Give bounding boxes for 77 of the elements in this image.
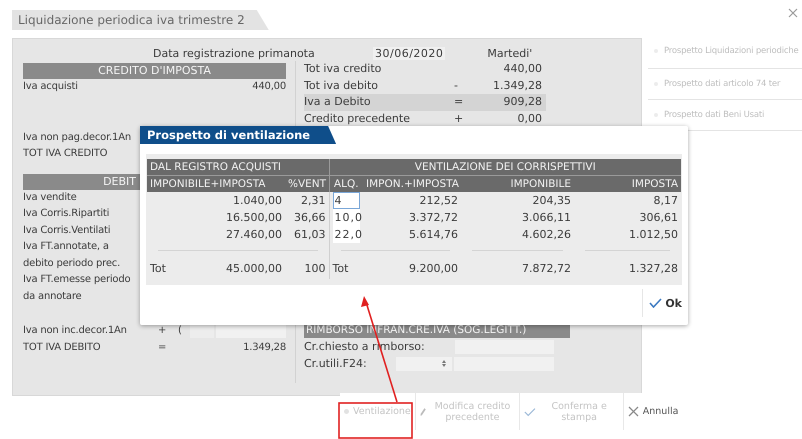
row-value: 440,00 [252, 80, 286, 94]
table-cell: 2,31 [285, 192, 329, 209]
table-cell-text: 27.460,00 [225, 227, 283, 243]
sign-text: = [158, 340, 168, 354]
row-label: TOT IVA DEBITO [23, 340, 102, 354]
check-icon [649, 298, 662, 308]
row-value: 0,00 [516, 110, 543, 126]
dialog-title: Prospetto di ventilazione [140, 126, 336, 144]
column-header: IMPON.+IMPOSTA [363, 176, 461, 192]
input-field[interactable] [454, 340, 554, 354]
sign-text: + [454, 110, 464, 126]
table-cell: 61,03 [285, 226, 329, 243]
row-label: Iva Corris.Ventilati [23, 224, 110, 238]
weekday-text: Martedi' [487, 46, 532, 60]
table-cell-text: 16.500,00 [225, 210, 283, 226]
table-cell-text: 306,61 [638, 210, 679, 226]
rate-field[interactable]: 10,0 [332, 209, 360, 226]
column-header: ALQ. [329, 176, 363, 192]
window-tab[interactable]: Liquidazione periodica iva trimestre 2 [12, 10, 269, 30]
spin-field[interactable] [396, 356, 452, 370]
table-cell-text: 7.872,72 [521, 260, 572, 276]
row-label: Tot iva credito [304, 61, 382, 77]
sign-text: - [454, 78, 459, 94]
check-icon [524, 406, 536, 416]
table-cell: 36,66 [285, 209, 329, 226]
input-field[interactable] [190, 324, 214, 338]
row-label: Iva vendite [23, 190, 77, 204]
row-label: Iva a Debito [304, 94, 454, 110]
total-label: Tot [150, 262, 166, 274]
column-header: IMPONIBILE+IMPOSTA [147, 176, 285, 192]
sign-text: + [158, 324, 168, 338]
column-group-header: DAL REGISTRO ACQUISTI [147, 159, 329, 176]
row-value: 909,28 [484, 94, 546, 110]
row-label: Iva non inc.decor.1An [23, 324, 128, 338]
row-label: Iva acquisti [23, 80, 78, 94]
rate-field[interactable]: 22,0 [332, 226, 360, 243]
table-cell-text: 1.012,50 [628, 227, 679, 243]
table-cell: 45.000,00 [226, 262, 282, 274]
date-field[interactable]: 30/06/2020 [373, 46, 446, 60]
row-label: Tot iva debito [304, 78, 380, 94]
table-cell-text: 4.602,26 [521, 227, 572, 243]
row-label: Iva Corris.Ripartiti [23, 207, 110, 221]
table-cell: 204,35 [461, 192, 574, 209]
table-cell-text: 9.200,00 [408, 260, 459, 276]
column-header: IMPOSTA [574, 176, 681, 192]
ok-button[interactable]: Ok [642, 289, 688, 317]
row-value: 1.349,28 [242, 340, 286, 354]
row-value: 440,00 [502, 61, 543, 77]
table-cell-text: 3.372,72 [408, 210, 459, 226]
table-cell-text: 3.066,11 [521, 210, 572, 226]
row-label: Iva FT.emesse periodo da annotare [23, 273, 130, 304]
paren-text: ( [178, 324, 183, 338]
close-icon [628, 406, 639, 417]
column-header: IMPONIBILE [461, 176, 574, 192]
column-group-header: VENTILAZIONE DEI CORRISPETTIVI [329, 159, 681, 176]
table-cell-text: 5.614,76 [408, 227, 459, 243]
field-label: Cr.utili.F24: [304, 357, 368, 370]
field-label: Data registrazione primanota [153, 46, 316, 60]
table-cell-text: 1.327,28 [628, 260, 679, 276]
spinner-icon [442, 360, 446, 367]
table-cell: 8,17 [574, 192, 681, 209]
total-label: Tot [329, 257, 363, 279]
row-label: Iva FT.annotate, a debito periodo prec. [23, 240, 120, 270]
dot-icon [344, 409, 349, 414]
column-header: %VENT [285, 176, 329, 192]
section-header: CREDITO D'IMPOSTA [23, 63, 286, 79]
table-cell: 1.040,00 [147, 192, 285, 209]
row-label: Credito precedente [304, 110, 411, 126]
table-cell: 212,52 [363, 192, 461, 209]
sign-text: = [454, 94, 484, 110]
row-value: 1.349,28 [492, 78, 543, 94]
rate-field[interactable]: 4 [332, 192, 360, 209]
close-icon[interactable] [788, 8, 798, 18]
input-field[interactable] [216, 324, 286, 338]
row-label: Iva non pag.decor.1An [23, 130, 131, 144]
table-cell: 100 [285, 257, 329, 279]
row-label: TOT IVA CREDITO [23, 147, 108, 161]
